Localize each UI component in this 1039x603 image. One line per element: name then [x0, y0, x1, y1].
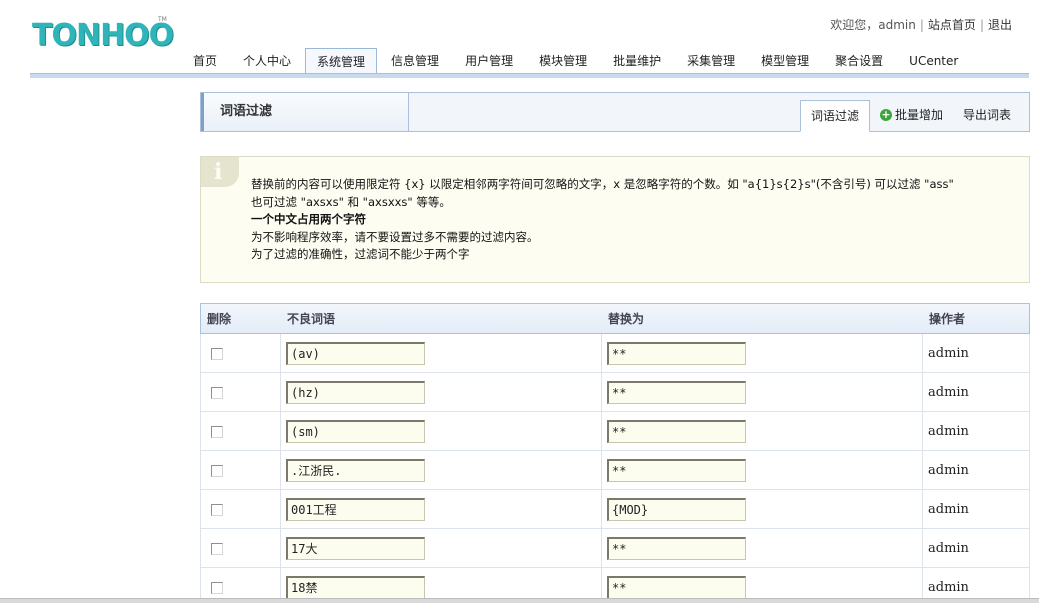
- tips-box: i 替换前的内容可以使用限定符 {x} 以限定相邻两字符间可忽略的文字，x 是忽…: [200, 156, 1030, 283]
- page-title: 词语过滤: [201, 93, 409, 131]
- table-row: 001工程 {MOD} admin: [200, 490, 1030, 529]
- replace-input[interactable]: {MOD}: [607, 498, 746, 521]
- top-links: 欢迎您，admin | 站点首页 | 退出: [830, 18, 1012, 32]
- nav-item-aggregate[interactable]: 聚合设置: [823, 48, 895, 74]
- tab-export[interactable]: 导出词表: [953, 100, 1021, 130]
- table-row: 17大 ** admin: [200, 529, 1030, 568]
- operator-cell: admin: [928, 463, 969, 478]
- delete-checkbox[interactable]: [211, 465, 223, 477]
- nav-item-users[interactable]: 用户管理: [453, 48, 525, 74]
- table-header: 删除 不良词语 替换为 操作者: [200, 303, 1030, 334]
- info-icon: i: [201, 157, 239, 187]
- welcome-text: 欢迎您，admin: [830, 18, 916, 32]
- table-row: (av) ** admin: [200, 334, 1030, 373]
- logo-tm: TM: [158, 16, 167, 23]
- replace-input[interactable]: **: [607, 381, 746, 404]
- replace-input[interactable]: **: [607, 537, 746, 560]
- tip-line: 替换前的内容可以使用限定符 {x} 以限定相邻两字符间可忽略的文字，x 是忽略字…: [251, 177, 954, 191]
- tab-batch-add[interactable]: + 批量增加: [870, 100, 953, 130]
- bad-word-input[interactable]: .江浙民.: [286, 459, 425, 482]
- replace-input[interactable]: **: [607, 459, 746, 482]
- filter-table: 删除 不良词语 替换为 操作者 (av) ** admin (hz) ** ad…: [200, 303, 1030, 603]
- table-row: (sm) ** admin: [200, 412, 1030, 451]
- nav-item-ucenter[interactable]: UCenter: [897, 48, 970, 74]
- header-delete: 删除: [207, 312, 232, 326]
- header-replace: 替换为: [608, 312, 645, 326]
- table-row: .江浙民. ** admin: [200, 451, 1030, 490]
- operator-cell: admin: [928, 385, 969, 400]
- tab-batch-add-label: 批量增加: [894, 108, 943, 122]
- tab-word-filter[interactable]: 词语过滤: [799, 100, 870, 132]
- header-word: 不良词语: [287, 312, 336, 326]
- nav-item-collect[interactable]: 采集管理: [675, 48, 747, 74]
- page-tabs: 词语过滤 + 批量增加 导出词表: [799, 100, 1021, 132]
- plus-icon: +: [879, 108, 892, 121]
- site-home-link[interactable]: 站点首页: [928, 18, 976, 32]
- main-nav: 首页 个人中心 系统管理 信息管理 用户管理 模块管理 批量维护 采集管理 模型…: [181, 48, 972, 75]
- bad-word-input[interactable]: 17大: [286, 537, 425, 560]
- header-operator: 操作者: [929, 312, 966, 326]
- bad-word-input[interactable]: 001工程: [286, 498, 425, 521]
- operator-cell: admin: [928, 541, 969, 556]
- nav-item-home[interactable]: 首页: [181, 48, 229, 74]
- nav-item-batch[interactable]: 批量维护: [601, 48, 673, 74]
- nav-item-system[interactable]: 系统管理: [305, 48, 378, 75]
- operator-cell: admin: [928, 580, 969, 595]
- page-header: 词语过滤 词语过滤 + 批量增加 导出词表: [200, 92, 1030, 132]
- tip-line: 为不影响程序效率，请不要设置过多不需要的过滤内容。: [251, 229, 539, 244]
- logo[interactable]: TONHOO TM: [32, 16, 174, 58]
- delete-checkbox[interactable]: [211, 387, 223, 399]
- bad-word-input[interactable]: 18禁: [286, 576, 425, 599]
- replace-input[interactable]: **: [607, 576, 746, 599]
- table-row: (hz) ** admin: [200, 373, 1030, 412]
- logo-text: TONHOO: [32, 18, 174, 53]
- window-bottom-edge: [0, 598, 1039, 603]
- nav-item-personal[interactable]: 个人中心: [231, 48, 303, 74]
- delete-checkbox[interactable]: [211, 582, 223, 594]
- operator-cell: admin: [928, 346, 969, 361]
- replace-input[interactable]: **: [607, 420, 746, 443]
- logout-link[interactable]: 退出: [988, 18, 1012, 32]
- tip-line: 为了过滤的准确性，过滤词不能少于两个字: [251, 247, 470, 261]
- nav-item-modules[interactable]: 模块管理: [527, 48, 599, 74]
- bad-word-input[interactable]: (av): [286, 342, 425, 365]
- operator-cell: admin: [928, 502, 969, 517]
- nav-item-model[interactable]: 模型管理: [749, 48, 821, 74]
- nav-divider: [30, 73, 1029, 78]
- delete-checkbox[interactable]: [211, 543, 223, 555]
- nav-item-info[interactable]: 信息管理: [379, 48, 451, 74]
- bad-word-input[interactable]: (hz): [286, 381, 425, 404]
- delete-checkbox[interactable]: [211, 504, 223, 516]
- bad-word-input[interactable]: (sm): [286, 420, 425, 443]
- delete-checkbox[interactable]: [211, 348, 223, 360]
- tips-text: 替换前的内容可以使用限定符 {x} 以限定相邻两字符间可忽略的文字，x 是忽略字…: [251, 176, 954, 264]
- replace-input[interactable]: **: [607, 342, 746, 365]
- operator-cell: admin: [928, 424, 969, 439]
- tip-line-bold: 一个中文占用两个字符: [251, 212, 366, 226]
- tip-line: 也可过滤 "axsxs" 和 "axsxxs" 等等。: [251, 194, 451, 209]
- delete-checkbox[interactable]: [211, 426, 223, 438]
